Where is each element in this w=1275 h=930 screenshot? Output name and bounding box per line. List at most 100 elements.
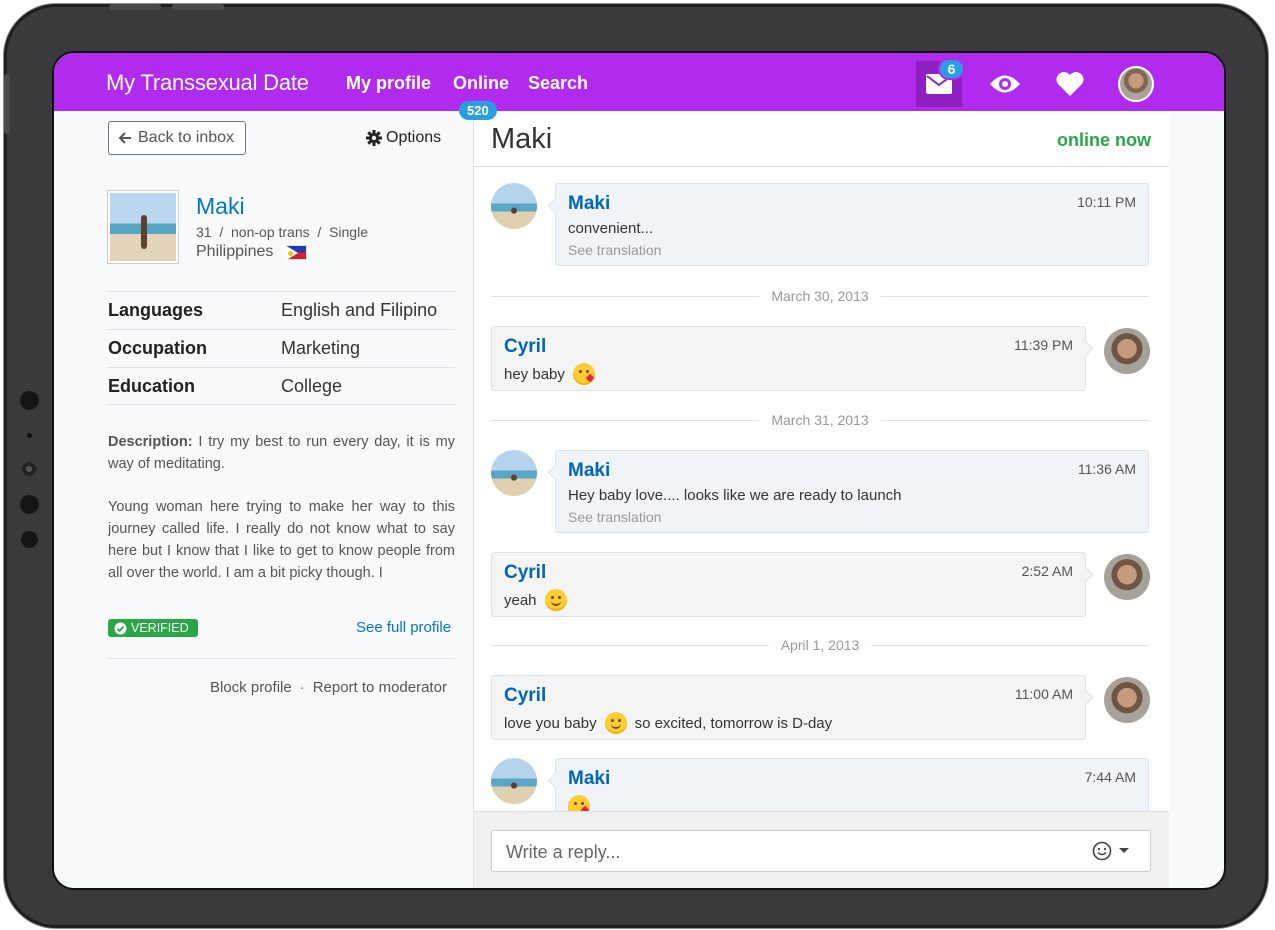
viewers-button[interactable] [982, 61, 1028, 107]
message-list[interactable]: Maki 10:11 PM convenient... See translat… [474, 168, 1169, 811]
date-separator: April 1, 2013 [491, 635, 1149, 655]
profile-meta: 31 / non-op trans / Single [196, 224, 368, 240]
profile-actions: Block profile · Report to moderator [210, 679, 447, 696]
message-text: Hey baby love.... looks like we are read… [568, 487, 902, 504]
divider [108, 658, 455, 659]
caret-down-icon [1119, 848, 1129, 853]
message-time: 7:44 AM [1084, 769, 1136, 785]
message-sender[interactable]: Cyril [504, 336, 546, 358]
country-label: Philippines [196, 243, 274, 260]
smile-emoji-icon [544, 589, 567, 611]
reply-placeholder: Write a reply... [506, 842, 621, 862]
see-translation-link[interactable]: See translation [568, 242, 661, 258]
options-button[interactable]: Options [366, 129, 441, 147]
reply-bar: Write a reply... [474, 811, 1169, 888]
unread-count-badge: 6 [938, 58, 965, 80]
info-row-languages: Languages English and Filipino [108, 291, 455, 329]
message-bubble: Maki 11:36 AM Hey baby love.... looks li… [555, 450, 1149, 533]
reply-input[interactable]: Write a reply... [491, 830, 1151, 872]
message-time: 11:39 PM [1014, 337, 1073, 353]
message-text: convenient... [568, 220, 654, 237]
report-moderator-link[interactable]: Report to moderator [313, 679, 447, 696]
camera-sensor [27, 433, 32, 438]
message-bubble: Maki 7:44 AM [555, 758, 1149, 811]
profile-country: Philippines [196, 243, 308, 261]
info-value: English and Filipino [281, 300, 438, 320]
see-full-profile-link[interactable]: See full profile [356, 619, 451, 636]
avatar[interactable] [491, 450, 537, 496]
app-screen: My Transsexual Date My profile Online Se… [52, 51, 1226, 890]
camera-lens [22, 462, 36, 476]
nav-my-profile[interactable]: My profile [346, 73, 431, 94]
top-navbar: My Transsexual Date My profile Online Se… [54, 53, 1224, 111]
online-status: online now [1057, 130, 1151, 150]
date-separator: March 30, 2013 [491, 286, 1149, 306]
user-avatar[interactable] [1118, 66, 1154, 102]
profile-name[interactable]: Maki [196, 193, 245, 220]
message-time: 10:11 PM [1077, 194, 1136, 210]
philippines-flag-icon [285, 244, 308, 261]
see-translation-link[interactable]: See translation [568, 509, 661, 525]
chat-panel: Maki online now Maki 10:11 PM convenient… [474, 111, 1169, 888]
check-circle-icon [114, 622, 127, 634]
message-sender[interactable]: Maki [568, 768, 610, 790]
separator: · [299, 679, 305, 696]
message-text [568, 795, 590, 811]
hardware-button [109, 4, 161, 10]
verified-label: VERIFIED [131, 621, 189, 635]
camera-sensor [20, 495, 39, 514]
avatar[interactable] [491, 758, 537, 804]
block-profile-link[interactable]: Block profile [210, 679, 292, 696]
message-text: love you baby so excited, tomorrow is D-d… [504, 712, 832, 734]
info-value: Marketing [281, 338, 361, 358]
eye-icon [990, 75, 1020, 93]
message-sender[interactable]: Maki [568, 193, 610, 215]
kiss-emoji-icon [572, 363, 595, 385]
brand-logo[interactable]: My Transsexual Date [106, 70, 309, 96]
back-label: Back to inbox [138, 129, 235, 146]
chat-title: Maki [491, 123, 553, 155]
verified-badge: VERIFIED [108, 619, 198, 637]
message-text: hey baby [504, 363, 595, 385]
message-sender[interactable]: Cyril [504, 685, 546, 707]
info-row-occupation: Occupation Marketing [108, 329, 455, 367]
kiss-emoji-icon [568, 795, 590, 811]
tablet-frame: My Transsexual Date My profile Online Se… [4, 4, 1268, 928]
info-label: Languages [108, 300, 204, 320]
emoji-picker-button[interactable] [1092, 841, 1130, 861]
nav-search[interactable]: Search [528, 73, 588, 94]
message-text: yeah [504, 589, 567, 611]
avatar[interactable] [491, 183, 537, 229]
camera-sensor [21, 531, 38, 548]
message-time: 11:00 AM [1014, 686, 1073, 702]
avatar[interactable] [1104, 677, 1150, 723]
message-bubble: Cyril 11:39 PM hey baby [491, 326, 1086, 391]
profile-description: Description: I try my best to run every … [108, 431, 455, 581]
favorites-button[interactable] [1047, 61, 1093, 107]
description-label: Description: [108, 434, 193, 450]
message-time: 11:36 AM [1077, 461, 1136, 477]
online-count-badge: 520 [459, 101, 497, 120]
nav-online[interactable]: Online [453, 73, 509, 94]
heart-icon [1056, 72, 1084, 96]
back-to-inbox-button[interactable]: Back to inbox [108, 121, 246, 155]
message-sender[interactable]: Cyril [504, 562, 546, 584]
avatar[interactable] [1104, 328, 1150, 374]
info-value: College [281, 375, 343, 396]
message-bubble: Cyril 2:52 AM yeah [491, 552, 1086, 617]
camera-sensor [20, 391, 39, 410]
message-time: 2:52 AM [1021, 563, 1073, 579]
profile-photo[interactable] [108, 191, 178, 263]
message-sender[interactable]: Maki [568, 460, 610, 482]
smiley-icon [1092, 841, 1112, 861]
date-separator: March 31, 2013 [491, 410, 1149, 430]
message-bubble: Cyril 11:00 AM love you baby so excited, … [491, 675, 1086, 740]
avatar[interactable] [1104, 554, 1150, 600]
profile-sidebar: Back to inbox Options Maki 31 / non-op t… [54, 111, 474, 888]
smile-emoji-icon [604, 712, 627, 734]
info-label: Occupation [108, 338, 208, 358]
chat-header: Maki online now [474, 111, 1169, 167]
options-label: Options [386, 129, 442, 146]
hardware-button [172, 4, 224, 10]
info-label: Education [108, 375, 196, 396]
